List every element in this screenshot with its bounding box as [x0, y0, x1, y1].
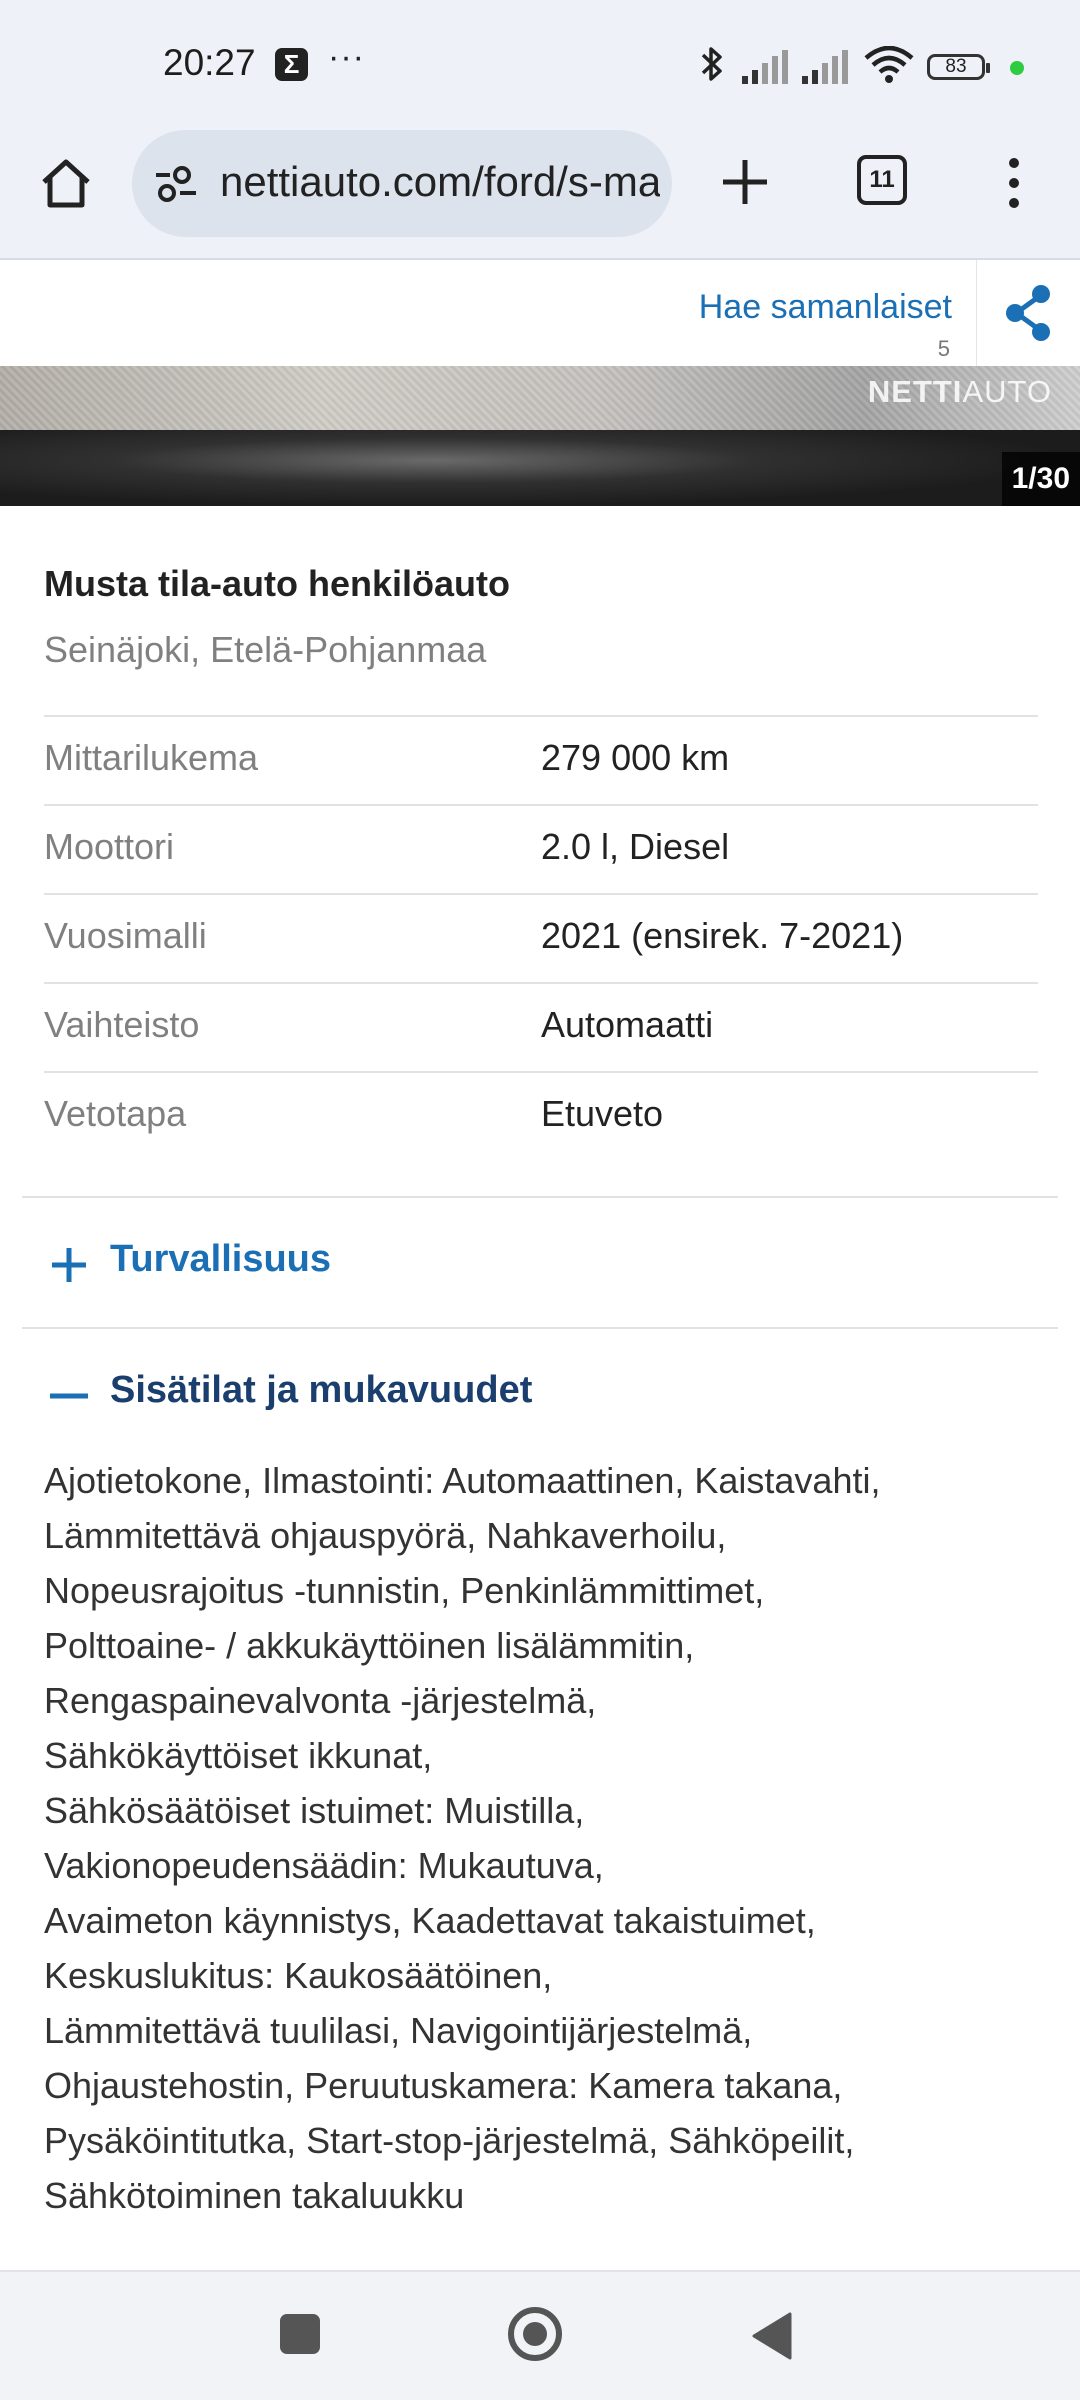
signal-icon	[802, 50, 848, 84]
status-time: 20:27	[163, 42, 256, 83]
feature-line: Rengaspainevalvonta -järjestelmä,	[44, 1680, 597, 1721]
url-text[interactable]: nettiauto.com/ford/s-max	[220, 158, 660, 206]
feature-line: Sähkösäätöiset istuimet: Muistilla,	[44, 1790, 585, 1831]
spec-label: Mittarilukema	[44, 737, 259, 778]
section-divider	[22, 1327, 1058, 1329]
listing-title: Musta tila-auto henkilöauto	[44, 563, 511, 604]
collapse-minus-icon	[50, 1393, 88, 1399]
photo-lower-area	[0, 430, 1080, 506]
browser-toolbar: nettiauto.com/ford/s-max 11	[0, 130, 1080, 260]
feature-line: Nopeusrajoitus -tunnistin, Penkinlämmitt…	[44, 1570, 765, 1611]
listing-action-bar: Hae samanlaiset 5	[0, 260, 1080, 367]
site-settings-icon[interactable]	[154, 165, 198, 203]
feature-line: Sähkökäyttöiset ikkunat,	[44, 1735, 433, 1776]
spec-row-model-year: Vuosimalli 2021 (ensirek. 7-2021)	[44, 895, 1038, 984]
accordion-title[interactable]: Sisätilat ja mukavuudet	[110, 1369, 532, 1412]
nav-recents-icon[interactable]	[280, 2314, 320, 2354]
battery-icon: 83	[927, 54, 990, 80]
plus-icon[interactable]	[715, 152, 775, 212]
find-similar-link[interactable]: Hae samanlaiset	[699, 288, 952, 327]
spec-value: 2021 (ensirek. 7-2021)	[541, 915, 904, 956]
address-bar[interactable]: nettiauto.com/ford/s-max	[132, 130, 672, 237]
feature-line: Polttoaine- / akkukäyttöinen lisälämmiti…	[44, 1625, 695, 1666]
more-notifications-icon: ···	[328, 38, 365, 76]
vehicle-photo[interactable]: NETTIAUTO 1/30	[0, 366, 1080, 506]
spec-table: Mittarilukema 279 000 km Moottori 2.0 l,…	[44, 715, 1038, 1160]
feature-line: Keskuslukitus: Kaukosäätöinen,	[44, 1955, 553, 1996]
spec-value: 279 000 km	[541, 737, 730, 778]
home-icon[interactable]	[38, 155, 94, 211]
spec-label: Moottori	[44, 826, 175, 867]
bluetooth-icon	[701, 47, 722, 81]
feature-line: Ajotietokone, Ilmastointi: Automaattinen…	[44, 1460, 881, 1501]
spec-label: Vaihteisto	[44, 1004, 200, 1045]
photo-watermark: NETTIAUTO	[868, 374, 1052, 410]
feature-list: Ajotietokone, Ilmastointi: Automaattinen…	[44, 1453, 1044, 2223]
spec-row-transmission: Vaihteisto Automaatti	[44, 984, 1038, 1073]
expand-plus-icon	[52, 1248, 86, 1282]
accordion-title[interactable]: Turvallisuus	[110, 1238, 331, 1281]
signal-icon	[742, 50, 788, 84]
feature-line: Pysäköintitutka, Start-stop-järjestelmä,…	[44, 2120, 855, 2161]
spec-label: Vuosimalli	[44, 915, 207, 956]
feature-line: Lämmitettävä tuulilasi, Navigointijärjes…	[44, 2010, 753, 2051]
feature-line: Avaimeton käynnistys, Kaadettavat takais…	[44, 1900, 816, 1941]
feature-line: Sähkötoiminen takaluukku	[44, 2175, 465, 2216]
spec-value: Etuveto	[541, 1093, 664, 1134]
feature-line: Vakionopeudensäädin: Mukautuva,	[44, 1845, 604, 1886]
nav-back-icon[interactable]	[752, 2312, 792, 2360]
listing-location: Seinäjoki, Etelä-Pohjanmaa	[44, 629, 487, 670]
tab-switcher-icon[interactable]: 11	[857, 155, 907, 205]
similar-count: 5	[937, 336, 950, 361]
more-vert-icon[interactable]	[1000, 155, 1028, 211]
watermark-light: AUTO	[962, 374, 1052, 409]
system-nav-bar	[0, 2270, 1080, 2400]
sigma-notification-icon: Σ	[275, 48, 308, 81]
spec-value: Automaatti	[541, 1004, 714, 1045]
status-bar: 20:27 Σ ··· 83	[0, 0, 1080, 130]
privacy-indicator-dot	[1010, 61, 1024, 75]
spec-row-engine: Moottori 2.0 l, Diesel	[44, 806, 1038, 895]
share-icon	[1006, 285, 1050, 341]
feature-line: Ohjaustehostin, Peruutuskamera: Kamera t…	[44, 2065, 843, 2106]
nav-home-icon[interactable]	[508, 2307, 562, 2361]
spec-row-drivetrain: Vetotapa Etuveto	[44, 1073, 1038, 1160]
spec-label: Vetotapa	[44, 1093, 187, 1134]
photo-counter: 1/30	[1001, 452, 1080, 506]
spec-value: 2.0 l, Diesel	[541, 826, 730, 867]
wifi-icon	[864, 46, 914, 83]
feature-line: Lämmitettävä ohjauspyörä, Nahkaverhoilu,	[44, 1515, 727, 1556]
spec-row-mileage: Mittarilukema 279 000 km	[44, 717, 1038, 806]
section-divider	[22, 1196, 1058, 1198]
watermark-bold: NETTI	[867, 374, 963, 409]
share-button[interactable]	[976, 260, 1080, 366]
